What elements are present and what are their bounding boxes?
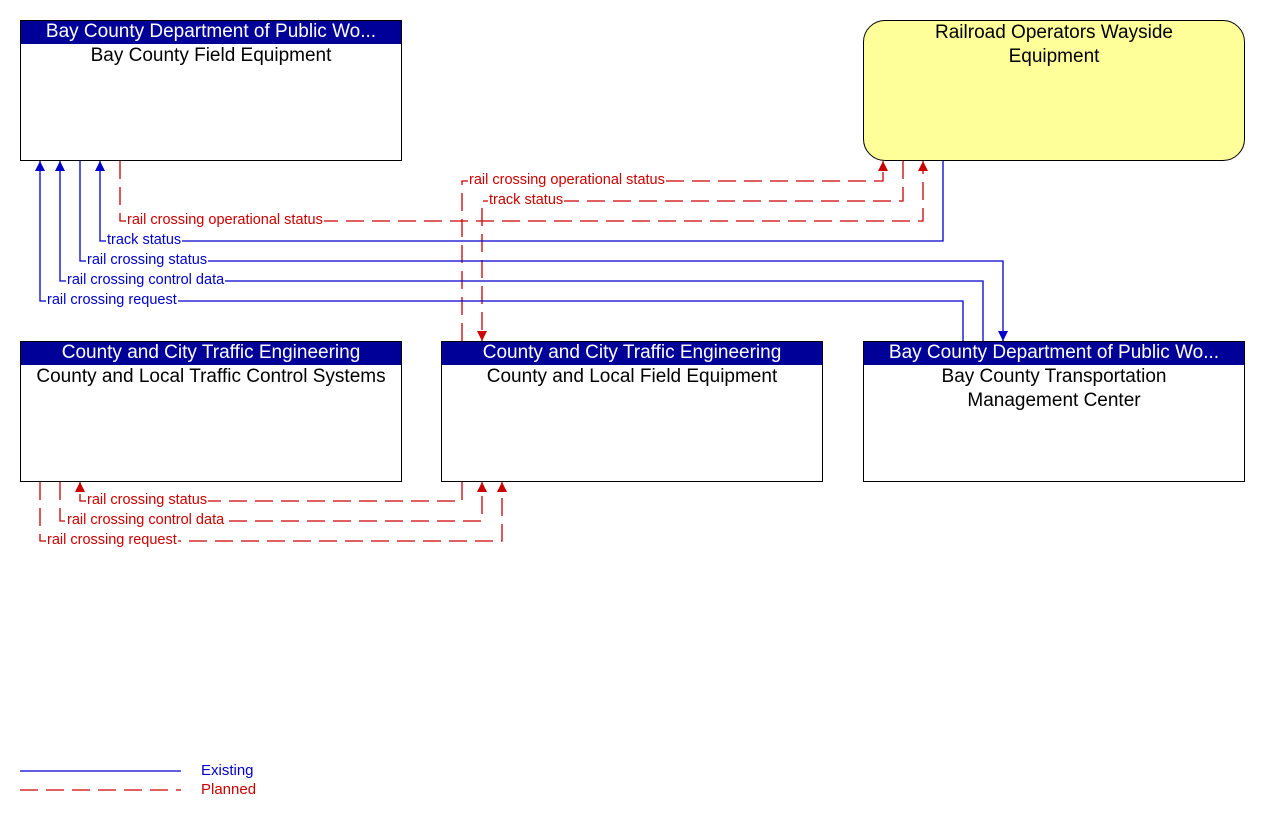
arrowhead-icon — [75, 482, 85, 492]
flow-label[interactable]: rail crossing control data — [66, 272, 226, 288]
box-title: County and Local Traffic Control Systems — [36, 366, 386, 387]
legend-planned-label: Planned — [201, 781, 257, 798]
arrowhead-icon — [35, 161, 45, 171]
flow-label[interactable]: track status — [488, 192, 565, 208]
flow-label[interactable]: rail crossing request — [46, 532, 178, 548]
arrowhead-icon — [477, 482, 487, 492]
flow-line-existing[interactable] — [39, 161, 964, 341]
box-title: County and Local Field Equipment — [486, 366, 778, 387]
flow-line-planned[interactable] — [461, 161, 884, 341]
legend-existing-label: Existing — [201, 762, 254, 779]
flow-line-existing[interactable] — [79, 161, 1004, 341]
box-header: County and City Traffic Engineering — [442, 342, 822, 365]
flow-label[interactable]: rail crossing operational status — [126, 212, 324, 228]
box-title: Bay County Field Equipment — [90, 45, 332, 66]
flow-label[interactable]: rail crossing control data — [66, 512, 226, 528]
flow-label[interactable]: track status — [106, 232, 183, 248]
box-bay-county-field-equipment[interactable]: Bay County Department of Public Wo... Ba… — [20, 20, 402, 161]
arrowhead-icon — [998, 331, 1008, 341]
flow-label[interactable]: rail crossing operational status — [468, 172, 666, 188]
arrowhead-icon — [918, 161, 928, 171]
arrowhead-icon — [497, 482, 507, 492]
box-transportation-management-center[interactable]: Bay County Department of Public Wo... Ba… — [863, 341, 1245, 482]
box-header: County and City Traffic Engineering — [21, 342, 401, 365]
flow-label[interactable]: rail crossing status — [86, 492, 209, 508]
architecture-diagram: Bay County Department of Public Wo... Ba… — [0, 0, 1261, 821]
flow-label[interactable]: rail crossing request — [46, 292, 178, 308]
flow-line-existing[interactable] — [59, 161, 984, 341]
arrowhead-icon — [477, 331, 487, 341]
box-title: Railroad Operators Wayside Equipment — [935, 22, 1173, 67]
flow-line-planned[interactable] — [481, 161, 904, 341]
arrowhead-icon — [95, 161, 105, 171]
box-title: Bay County Transportation Management Cen… — [941, 366, 1167, 411]
box-header: Bay County Department of Public Wo... — [864, 342, 1244, 365]
box-header: Bay County Department of Public Wo... — [21, 21, 401, 44]
box-railroad-wayside-equipment[interactable]: Railroad Operators Wayside Equipment — [863, 20, 1245, 161]
arrowhead-icon — [878, 161, 888, 171]
arrowhead-icon — [55, 161, 65, 171]
flow-label[interactable]: rail crossing status — [86, 252, 209, 268]
box-traffic-control-systems[interactable]: County and City Traffic Engineering Coun… — [20, 341, 402, 482]
box-local-field-equipment[interactable]: County and City Traffic Engineering Coun… — [441, 341, 823, 482]
